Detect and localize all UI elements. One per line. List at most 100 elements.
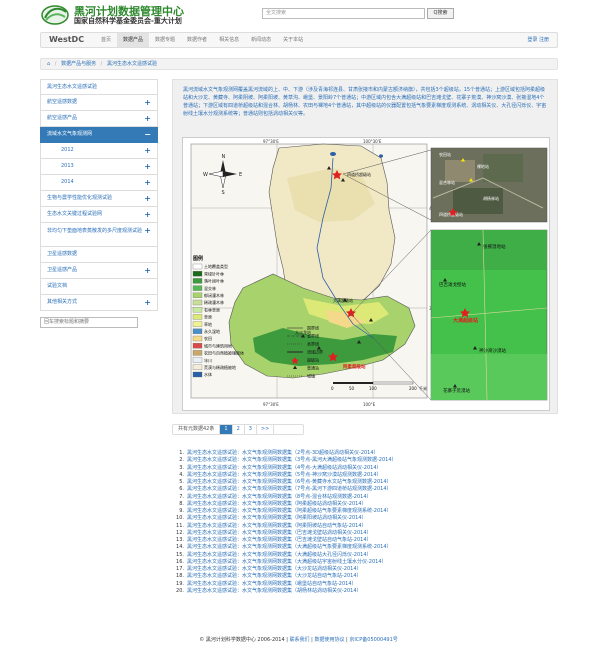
dataset-link[interactable]: 黑河生态水文遥感试验：水文气象观测网数据集（大满超级站宇宙射线土壤水分仪-201…: [187, 559, 387, 565]
list-item-number: 12.: [176, 529, 184, 536]
login-register-link[interactable]: 登录 注册: [527, 33, 549, 47]
sidebar-item[interactable]: 流域水文气象观测网 −: [40, 127, 158, 143]
legend-label: 混交林: [204, 285, 216, 291]
nav-item[interactable]: 数据作者: [181, 33, 213, 47]
sidebar-item[interactable]: 试验文档: [40, 279, 158, 295]
expand-icon[interactable]: +: [144, 95, 151, 110]
dataset-link[interactable]: 黑河生态水文遥感试验：水文气象观测网数据集（阿柔超级站气象要素梯度观测系统-20…: [187, 508, 392, 514]
dataset-link[interactable]: 黑河生态水文遥感试验：水文气象观测网数据集（巴吉滩戈壁站自动气象站-2014）: [187, 537, 372, 543]
dataset-link[interactable]: 黑河生态水文遥感试验：水文气象观测网数据集（7号点-黑河下游四道桥站观测数据-2…: [187, 486, 392, 492]
dataset-link[interactable]: 黑河生态水文遥感试验：水文气象观测网数据集（巴吉滩戈壁站涡动相关仪-2014）: [187, 530, 372, 536]
compass-e: E: [239, 172, 242, 178]
sidebar-item[interactable]: 非均匀下垫面地表蒸散发的多尺度观测试验 +: [40, 223, 158, 247]
sidebar-item[interactable]: 2012 +: [40, 143, 158, 159]
legend-title: 图例: [193, 255, 203, 262]
sidebar-item[interactable]: 2014 +: [40, 175, 158, 191]
dataset-link[interactable]: 黑河生态水文遥感试验：水文气象观测网数据集（阿柔超级站涡动相关仪-2014）: [187, 501, 367, 507]
expand-icon[interactable]: +: [144, 191, 151, 206]
sidebar-item[interactable]: 卫星遥感产品 +: [40, 263, 158, 279]
dataset-link[interactable]: 黑河生态水文遥感试验：水文气象观测网数据集（6号点-黄藏寺水文站气象观测数据-2…: [187, 479, 392, 485]
dataset-link[interactable]: 黑河生态水文遥感试验：水文气象观测网数据集（8号点-混合林站观测数据-2014）: [187, 494, 372, 500]
logo-icon[interactable]: [40, 3, 70, 25]
list-item-number: 3.: [179, 464, 184, 471]
expand-icon[interactable]: +: [144, 227, 151, 235]
nav-item[interactable]: 关于本站: [277, 33, 309, 47]
expand-icon[interactable]: +: [144, 263, 151, 278]
inset-label: 混合林站: [439, 179, 455, 185]
footer: © 黑河计划科学数据中心 2006-2014 | 联系我们 | 数据使用协议 |…: [0, 636, 597, 643]
sidebar-item-label: 卫星遥感数据: [47, 251, 78, 257]
terms-link[interactable]: 数据使用协议: [314, 637, 344, 643]
list-item: 10. 黑河生态水文遥感试验：水文气象观测网数据集（阿柔阳坡站涡动相关仪-2014…: [172, 515, 562, 522]
expand-icon[interactable]: +: [144, 111, 151, 126]
nav-item[interactable]: 相关信息: [213, 33, 245, 47]
expand-icon[interactable]: +: [144, 295, 151, 310]
expand-icon[interactable]: +: [144, 143, 151, 158]
expand-icon[interactable]: +: [144, 207, 151, 222]
dataset-link[interactable]: 黑河生态水文遥感试验：水文气象观测网数据集（大沙龙站自动气象站-2014）: [187, 573, 362, 579]
breadcrumb-item-current[interactable]: 黑河生态水文遥感试验: [107, 61, 157, 67]
legend-swatch: [192, 307, 203, 313]
home-icon[interactable]: ⌂: [47, 61, 50, 67]
page-link[interactable]: 1: [219, 425, 232, 434]
collapse-icon[interactable]: −: [144, 127, 151, 142]
dataset-link[interactable]: 黑河生态水文遥感试验：水文气象观测网数据集（2号点-3D超级站涡动相关仪-201…: [187, 450, 379, 456]
dataset-link[interactable]: 黑河生态水文遥感试验：水文气象观测网数据集（4号点-大满超级站涡动相关仪-201…: [187, 465, 382, 471]
sidebar-item[interactable]: 航空遥感产品 +: [40, 111, 158, 127]
sidebar-item[interactable]: 生态水文关键过程试验网 +: [40, 207, 158, 223]
list-item: 8. 黑河生态水文遥感试验：水文气象观测网数据集（阿柔超级站涡动相关仪-2014）: [172, 501, 562, 508]
site-header: 黑河计划数据管理中心 国家自然科学基金委员会-重大计划 全文搜索 Q搜索: [0, 0, 597, 30]
dataset-link[interactable]: 黑河生态水文遥感试验：水文气象观测网数据集（大满超级站大孔径闪烁仪-2014）: [187, 552, 372, 558]
sidebar-item[interactable]: 生物与農学性能优化观测试验 +: [40, 191, 158, 207]
list-item-number: 1.: [179, 450, 184, 456]
nav-item[interactable]: 数据产品: [117, 33, 150, 47]
symbol-label: 超级站: [307, 357, 319, 363]
sidebar-search-input[interactable]: 回车搜索标题和摘要: [40, 317, 138, 328]
sidebar-menu: 黑河生态水文遥感试验 航空遥感数据 + 航空遥感产品 + 流域水文气象观测网 − 2012 +2…: [40, 79, 158, 311]
sidebar-item[interactable]: 卫星遥感数据: [40, 247, 158, 263]
dataset-link[interactable]: 黑河生态水文遥感试验：水文气象观测网数据集（胡杨林站涡动相关仪-2014）: [187, 588, 362, 594]
navbar-brand[interactable]: WestDC: [49, 35, 84, 44]
sidebar-item[interactable]: 其他相关方式 +: [40, 295, 158, 311]
icp-link[interactable]: 京ICP备05000491号: [349, 637, 397, 643]
page-link[interactable]: >>: [255, 425, 273, 434]
collection-description: 黑河流域水文气象观测网覆盖黑河流域的上、中、下游（涉及青海祁连县、甘肃张掖市和内…: [183, 87, 547, 117]
legend-swatch: [192, 271, 203, 277]
legend-label: 农田与自然植被镶嵌体: [204, 350, 244, 356]
page-link[interactable]: 3: [243, 425, 256, 434]
dataset-link[interactable]: 黑河生态水文遥感试验：水文气象观测网数据集（阿柔阳坡站涡动相关仪-2014）: [187, 515, 367, 521]
expand-icon[interactable]: +: [144, 175, 151, 190]
list-item-number: 13.: [176, 537, 184, 543]
breadcrumb-item-products[interactable]: 数据产品与服务: [61, 61, 96, 67]
dataset-link[interactable]: 黑河生态水文遥感试验：水文气象观测网数据集（大满超级站气象要素梯度观测系统-20…: [187, 544, 392, 550]
sidebar-item[interactable]: 航空遥感数据 +: [40, 95, 158, 111]
symbol-label: 省界线: [307, 333, 319, 339]
footer-separator: |: [311, 637, 313, 643]
fulltext-search-input[interactable]: 全文搜索: [262, 8, 425, 19]
list-item-number: 7.: [179, 493, 184, 500]
sidebar-item[interactable]: 黑河生态水文遥感试验: [40, 79, 158, 95]
dataset-link[interactable]: 黑河生态水文遥感试验：水文气象观测网数据集（3号点-黑河大满超级站气象观测数据-…: [187, 457, 397, 463]
list-item: 15. 黑河生态水文遥感试验：水文气象观测网数据集（大满超级站大孔径闪烁仪-201…: [172, 552, 562, 559]
nav-item[interactable]: 数据专题: [149, 33, 181, 47]
list-item: 11. 黑河生态水文遥感试验：水文气象观测网数据集（阿柔阴坡站自动气象站-2014…: [172, 523, 562, 530]
dataset-link[interactable]: 黑河生态水文遥感试验：水文气象观测网数据集（大沙龙站涡动相关仪-2014）: [187, 566, 362, 572]
breadcrumb: ⌂ / 数据产品与服务 / 黑河生态水文遥感试验: [40, 58, 558, 70]
sidebar-item-label: 航空遥感数据: [47, 99, 78, 105]
contact-link[interactable]: 联系我们: [290, 637, 310, 643]
dataset-link[interactable]: 黑河生态水文遥感试验：水文气象观测网数据集（5号点-神沙窝沙漠站观测数据-201…: [187, 472, 382, 478]
lon-label: 100°E: [363, 402, 376, 407]
sidebar-item[interactable]: 2013 +: [40, 159, 158, 175]
inset-label: 农田站: [439, 151, 451, 157]
lon-label: 97°30'E: [263, 139, 279, 144]
dataset-link[interactable]: 黑河生态水文遥感试验：水文气象观测网数据集（峨堡站自动气象站-2014）: [187, 581, 357, 587]
list-item-number: 5.: [179, 479, 184, 485]
page-link[interactable]: 2: [231, 425, 244, 434]
dataset-link[interactable]: 黑河生态水文遥感试验：水文气象观测网数据集（阿柔阴坡站自动气象站-2014）: [187, 523, 367, 529]
search-button[interactable]: Q搜索: [427, 8, 454, 19]
legend-label: 郁闭灌木林: [204, 292, 224, 298]
nav-item[interactable]: 新闻动态: [245, 33, 277, 47]
expand-icon[interactable]: +: [144, 159, 151, 174]
page-jump-input[interactable]: [273, 425, 303, 434]
nav-item[interactable]: 首页: [95, 33, 117, 47]
